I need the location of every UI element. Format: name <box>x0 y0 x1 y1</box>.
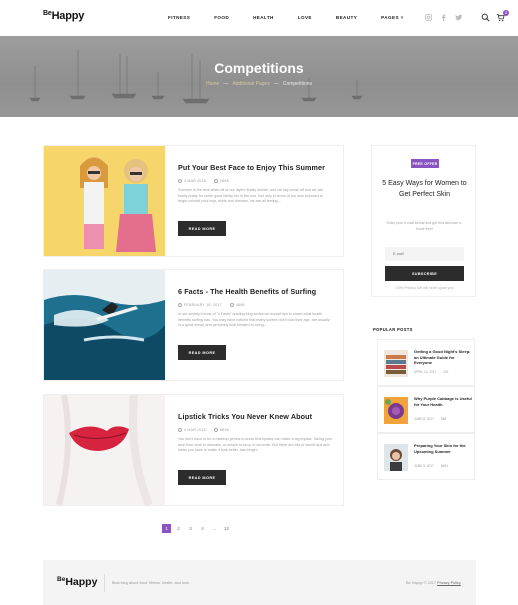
popular-post-item[interactable]: Preparing Your Skin for the Upcoming Sum… <box>377 433 475 480</box>
page-title: Competitions <box>214 60 304 76</box>
post-date: 4 MAR 2016 <box>184 179 206 183</box>
post-views: 4898 <box>235 303 245 307</box>
popular-post-date: JUNE 9, 2017 <box>414 464 434 468</box>
site-header: BeHappy FITNESS FOOD HEALTH LOVE BEAUTY … <box>0 0 518 36</box>
post-image-surfing[interactable] <box>44 270 165 380</box>
post-views: 2668 <box>219 179 229 183</box>
cart-button[interactable]: 0 <box>496 10 509 22</box>
post-image-friends[interactable] <box>44 146 165 256</box>
post-date: 4 MAR 2016 <box>184 428 206 432</box>
post-image-lips[interactable] <box>44 395 165 505</box>
clock-icon <box>178 179 182 183</box>
breadcrumb-current: Competitions <box>282 81 313 87</box>
popular-post-thumbnail[interactable] <box>384 444 408 471</box>
footer-logo[interactable]: BeHappy <box>57 576 97 588</box>
eye-icon <box>213 428 218 432</box>
footer-divider <box>104 574 105 592</box>
clock-icon <box>178 303 182 307</box>
popular-post-views: 331 <box>443 370 449 374</box>
twitter-icon[interactable] <box>454 13 463 22</box>
post-meta: 4 MAR 2016 6838 <box>178 428 333 432</box>
nav-health[interactable]: HEALTH <box>253 15 274 20</box>
main-nav: FITNESS FOOD HEALTH LOVE BEAUTY PAGES ˅ <box>168 15 428 20</box>
breadcrumb-home[interactable]: Home <box>206 81 219 87</box>
read-more-button[interactable]: READ MORE <box>178 470 226 485</box>
subscribe-button[interactable]: SUBSCRIBE <box>385 266 464 281</box>
post-excerpt: Summer is the time when all of our layer… <box>178 188 324 204</box>
header-icons: 0 <box>424 10 509 22</box>
popular-post-views: 6494 <box>440 464 448 468</box>
email-field[interactable] <box>385 247 464 261</box>
page-4[interactable]: 4 <box>198 524 207 533</box>
instagram-icon[interactable] <box>424 13 433 22</box>
post-excerpt: In our society's book of "4 Facts" readi… <box>178 312 330 328</box>
page-hero: Competitions Home — Additional Pages — Compe… <box>0 36 518 117</box>
page-1[interactable]: 1 <box>162 524 171 533</box>
breadcrumb: Home — Additional Pages — Competitions <box>205 81 313 87</box>
popular-post-date: JUNE 8, 2017 <box>414 417 434 421</box>
post-excerpt: You don't have to be a makeup genius to … <box>178 437 333 453</box>
breadcrumb-additional-pages[interactable]: Additional Pages <box>232 81 270 87</box>
footer-copyright: Be Happy © 2017 Privacy Policy <box>406 581 461 585</box>
site-footer: BeHappy Best blog about food, fitness, h… <box>43 560 476 605</box>
nav-pages[interactable]: PAGES ˅ <box>381 15 404 20</box>
post-views: 6838 <box>219 428 229 432</box>
popular-post-title[interactable]: Preparing Your Skin for the Upcoming Sum… <box>414 443 472 454</box>
post-title[interactable]: Put Your Best Face to Enjoy This Summer <box>178 163 333 172</box>
search-icon[interactable] <box>481 13 490 22</box>
eye-icon <box>229 303 234 307</box>
popular-post-item[interactable]: Why Purple Cabbage is Useful for Your He… <box>377 386 475 433</box>
promo-title: 5 Easy Ways for Women to Get Perfect Ski… <box>382 180 467 198</box>
post-title[interactable]: Lipstick Tricks You Never Knew About <box>178 412 333 421</box>
popular-post-title[interactable]: Why Purple Cabbage is Useful for Your He… <box>414 396 472 407</box>
post-meta: FEBRUARY 18, 2017 4898 <box>178 303 333 307</box>
popular-posts-heading: POPULAR POSTS <box>373 327 413 332</box>
free-offer-widget: FREE OFFER 5 Easy Ways for Women to Get … <box>371 145 476 297</box>
read-more-button[interactable]: READ MORE <box>178 345 226 360</box>
popular-post-item[interactable]: Getting a Good Night's Sleep: an Ultimat… <box>377 339 475 386</box>
facebook-icon[interactable] <box>439 13 448 22</box>
privacy-policy-link[interactable]: Privacy Policy <box>437 581 461 585</box>
page-2[interactable]: 2 <box>174 524 183 533</box>
post-title[interactable]: 6 Facts - The Health Benefits of Surfing <box>178 287 333 296</box>
privacy-note: 100% Privacy. We will never spam you! <box>394 286 455 290</box>
nav-food[interactable]: FOOD <box>214 15 229 20</box>
post-meta: 4 MAR 2016 2668 <box>178 179 333 183</box>
page-12[interactable]: 12 <box>222 524 231 533</box>
page-ellipsis: ... <box>212 526 217 531</box>
popular-post-views: 558 <box>440 417 447 421</box>
nav-love[interactable]: LOVE <box>298 15 312 20</box>
nav-fitness[interactable]: FITNESS <box>168 15 190 20</box>
popular-post-thumbnail[interactable] <box>384 350 408 377</box>
cart-count-badge: 0 <box>503 10 509 16</box>
eye-icon <box>213 179 218 183</box>
post-card: Put Your Best Face to Enjoy This Summer … <box>43 145 344 257</box>
free-offer-badge: FREE OFFER <box>411 159 439 168</box>
promo-description: Enter your e-mail below and get this ski… <box>386 221 463 231</box>
post-card: 6 Facts - The Health Benefits of Surfing… <box>43 269 344 381</box>
footer-tagline: Best blog about food, fitness, health, a… <box>112 581 190 585</box>
sailboats-background <box>29 50 363 104</box>
clock-icon <box>178 428 182 432</box>
popular-post-date: APRIL 14, 2017 <box>414 370 437 374</box>
post-card: Lipstick Tricks You Never Knew About 4 M… <box>43 394 344 506</box>
popular-post-thumbnail[interactable] <box>384 397 408 424</box>
pagination: 1 2 3 4 ... 12 <box>162 524 231 533</box>
page-3[interactable]: 3 <box>186 524 195 533</box>
post-date: FEBRUARY 18, 2017 <box>184 303 222 307</box>
popular-post-title[interactable]: Getting a Good Night's Sleep: an Ultimat… <box>414 349 472 366</box>
read-more-button[interactable]: READ MORE <box>178 221 226 236</box>
site-logo[interactable]: BeHappy <box>43 10 84 22</box>
nav-beauty[interactable]: BEAUTY <box>336 15 357 20</box>
